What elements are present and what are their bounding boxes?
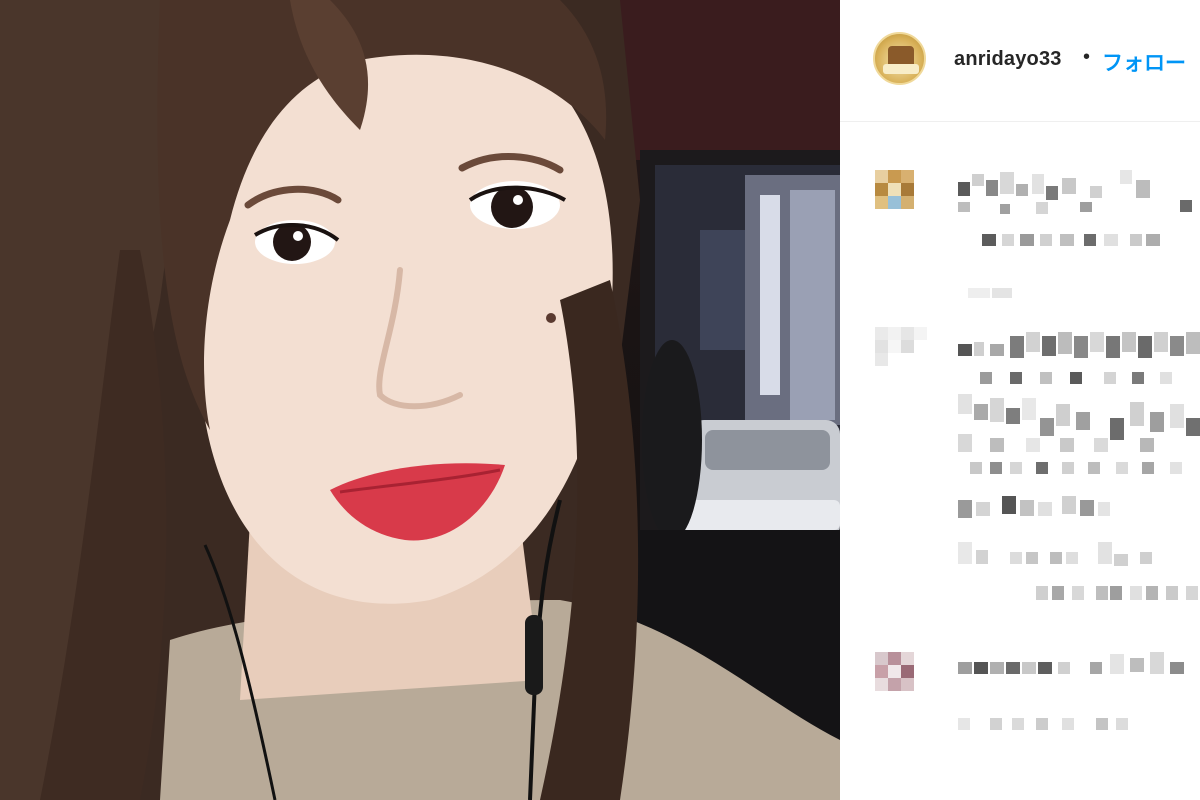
follow-button[interactable]: フォロー: [1102, 47, 1186, 77]
censored-comments: [875, 170, 1200, 730]
comments-section: [840, 122, 1200, 800]
comment-avatar: [875, 170, 914, 209]
selfie-image: [0, 0, 840, 800]
post-header: anridayo33 • フォロー: [840, 0, 1200, 122]
separator-dot: •: [1083, 46, 1091, 68]
post-sidebar: anridayo33 • フォロー: [840, 0, 1200, 800]
post-photo[interactable]: [0, 0, 840, 800]
username-link[interactable]: anridayo33: [954, 48, 1062, 71]
profile-avatar[interactable]: [873, 32, 926, 85]
